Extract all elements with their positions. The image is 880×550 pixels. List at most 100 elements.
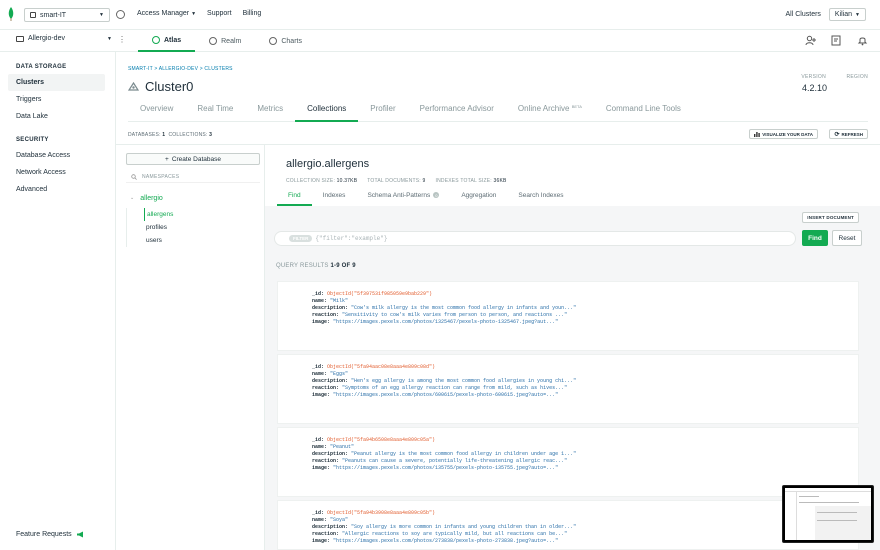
screen-preview-thumbnail[interactable] bbox=[782, 485, 874, 543]
tab-profiler[interactable]: Profiler bbox=[358, 104, 407, 122]
tab-online-archive[interactable]: Online Archive BETA bbox=[506, 104, 594, 122]
collection-item-users[interactable]: users bbox=[144, 234, 260, 247]
document-card[interactable]: _id: ObjectId("5fa94aac08e8aaa4e809c08d"… bbox=[277, 354, 859, 424]
document-card[interactable]: _id: ObjectId("5f397531f985059e9bab229")… bbox=[277, 281, 859, 351]
field-value: "https://images.pexels.com/photos/132546… bbox=[333, 319, 559, 325]
insert-document-button[interactable]: INSERT DOCUMENT bbox=[802, 212, 859, 223]
tab-realm[interactable]: Realm bbox=[195, 30, 255, 52]
billing-link[interactable]: Billing bbox=[243, 10, 262, 17]
all-clusters-link[interactable]: All Clusters bbox=[786, 11, 821, 18]
support-link[interactable]: Support bbox=[207, 10, 232, 17]
feature-requests-link[interactable]: Feature Requests bbox=[16, 531, 84, 538]
tab-aggregation[interactable]: Aggregation bbox=[450, 192, 507, 206]
stat-value: 9 bbox=[422, 178, 426, 184]
tab-performance-advisor[interactable]: Performance Advisor bbox=[408, 104, 506, 122]
collection-list: allergens profiles users bbox=[126, 208, 260, 247]
database-item-allergio[interactable]: ⌄ allergio bbox=[126, 195, 260, 202]
project-bar: Allergio-dev ▼ ⋮ Atlas Realm Charts bbox=[0, 30, 880, 52]
cluster-tabs: Overview Real Time Metrics Collections P… bbox=[128, 104, 868, 122]
sidebar-item-clusters[interactable]: Clusters bbox=[8, 74, 105, 91]
sidebar-item-triggers[interactable]: Triggers bbox=[0, 91, 115, 108]
tab-indexes[interactable]: Indexes bbox=[312, 192, 357, 206]
field-key: name: bbox=[312, 371, 328, 377]
visualize-label: VISUALIZE YOUR DATA bbox=[762, 131, 813, 137]
preview-line bbox=[799, 502, 859, 503]
breadcrumb[interactable]: SMART-IT > ALLERGIO-DEV > CLUSTERS bbox=[128, 66, 233, 72]
mongodb-leaf-logo[interactable] bbox=[7, 7, 15, 21]
preview-line bbox=[817, 520, 857, 521]
filter-input[interactable]: FILTER {"filter":"example"} bbox=[274, 231, 796, 246]
tab-find[interactable]: Find bbox=[277, 192, 312, 206]
field-value: ObjectId("5fa94aac08e8aaa4e809c08d") bbox=[327, 364, 436, 370]
preview-sidebar bbox=[785, 492, 797, 540]
field-key: _id: bbox=[312, 364, 325, 370]
namespace-panel: + Create Database NAMESPACES ⌄ allergio … bbox=[126, 153, 260, 247]
tab-label: Atlas bbox=[164, 36, 182, 44]
doc-field-reaction: reaction: "Peanuts can cause a severe, p… bbox=[312, 458, 858, 465]
tab-label: Online Archive bbox=[517, 104, 570, 113]
refresh-button[interactable]: ⟳ REFRESH bbox=[829, 129, 868, 139]
doc-field-name: name: "Milk" bbox=[312, 298, 858, 305]
doc-field-description: description: "Cow's milk allergy is the … bbox=[312, 305, 858, 312]
doc-field-name: name: "Soya" bbox=[312, 517, 858, 524]
access-manager-menu[interactable]: Access Manager ▼ bbox=[137, 10, 196, 17]
activity-feed-icon[interactable] bbox=[830, 34, 842, 46]
sidebar-item-database-access[interactable]: Database Access bbox=[0, 147, 115, 164]
field-key: description: bbox=[312, 378, 349, 384]
reset-button[interactable]: Reset bbox=[832, 230, 862, 246]
building-icon bbox=[30, 12, 36, 18]
gear-icon[interactable] bbox=[116, 10, 125, 19]
field-value: "https://images.pexels.com/photos/273838… bbox=[333, 538, 559, 544]
field-value: "Allergic reactions to soy are typically… bbox=[342, 531, 568, 537]
doc-field-description: description: "Soy allergy is more common… bbox=[312, 524, 858, 531]
refresh-icon: ⟳ bbox=[834, 131, 840, 138]
doc-field-image: image: "https://images.pexels.com/photos… bbox=[312, 319, 858, 326]
field-value: "Peanut" bbox=[330, 444, 355, 450]
bell-icon[interactable] bbox=[856, 34, 868, 46]
preview-line bbox=[817, 512, 857, 513]
document-card[interactable]: _id: ObjectId("5fa94b6508e8aaa4e809c05a"… bbox=[277, 427, 859, 497]
plus-icon: + bbox=[165, 155, 169, 163]
create-database-label: Create Database bbox=[171, 155, 221, 163]
sidebar-item-advanced[interactable]: Advanced bbox=[0, 181, 115, 198]
tab-collections[interactable]: Collections bbox=[295, 104, 359, 122]
version-label: VERSION bbox=[801, 74, 826, 80]
user-menu[interactable]: Kilian ▼ bbox=[828, 8, 866, 21]
doc-field-name: name: "Eggs" bbox=[312, 371, 858, 378]
field-key: image: bbox=[312, 465, 331, 471]
invite-user-icon[interactable] bbox=[804, 34, 816, 46]
indexes-size: INDEXES TOTAL SIZE: 36KB bbox=[435, 178, 506, 184]
project-select[interactable]: Allergio-dev ▼ bbox=[16, 35, 112, 42]
tab-search-indexes[interactable]: Search Indexes bbox=[507, 192, 574, 206]
chevron-down-icon: ▼ bbox=[99, 12, 104, 18]
organization-select[interactable]: smart-IT ▼ bbox=[24, 8, 110, 22]
tab-metrics[interactable]: Metrics bbox=[245, 104, 295, 122]
more-options-icon[interactable]: ⋮ bbox=[118, 35, 126, 44]
create-database-button[interactable]: + Create Database bbox=[126, 153, 260, 165]
visualize-data-button[interactable]: VISUALIZE YOUR DATA bbox=[749, 129, 818, 139]
chevron-down-icon: ▼ bbox=[107, 35, 112, 42]
tab-schema-anti-patterns[interactable]: Schema Anti-Patterns 0 bbox=[356, 192, 450, 206]
collection-item-allergens[interactable]: allergens bbox=[144, 208, 260, 221]
field-key: description: bbox=[312, 305, 349, 311]
field-key: _id: bbox=[312, 510, 325, 516]
find-button[interactable]: Find bbox=[802, 230, 828, 246]
tab-real-time[interactable]: Real Time bbox=[185, 104, 245, 122]
namespace-search[interactable]: NAMESPACES bbox=[126, 171, 260, 183]
tab-atlas[interactable]: Atlas bbox=[138, 30, 196, 52]
tab-command-line-tools[interactable]: Command Line Tools bbox=[594, 104, 693, 122]
document-card[interactable]: _id: ObjectId("5fa94b3908e8aaa4e809c05b"… bbox=[277, 500, 859, 550]
tab-charts[interactable]: Charts bbox=[255, 30, 316, 52]
tab-overview[interactable]: Overview bbox=[128, 104, 185, 122]
tab-label: Schema Anti-Patterns bbox=[367, 192, 431, 199]
collection-stats: COLLECTION SIZE: 10.37KB TOTAL DOCUMENTS… bbox=[286, 178, 507, 184]
cluster-name: Cluster0 bbox=[145, 79, 194, 94]
filter-label: FILTER bbox=[289, 235, 313, 242]
collection-item-profiles[interactable]: profiles bbox=[144, 221, 260, 234]
sidebar-item-network-access[interactable]: Network Access bbox=[0, 164, 115, 181]
search-icon bbox=[131, 173, 137, 180]
field-value: ObjectId("5f397531f985059e9bab229") bbox=[327, 291, 433, 297]
sidebar-item-data-lake[interactable]: Data Lake bbox=[0, 108, 115, 125]
field-value: "Soy allergy is more common in infants a… bbox=[351, 524, 577, 530]
screen-preview-content bbox=[785, 488, 871, 540]
